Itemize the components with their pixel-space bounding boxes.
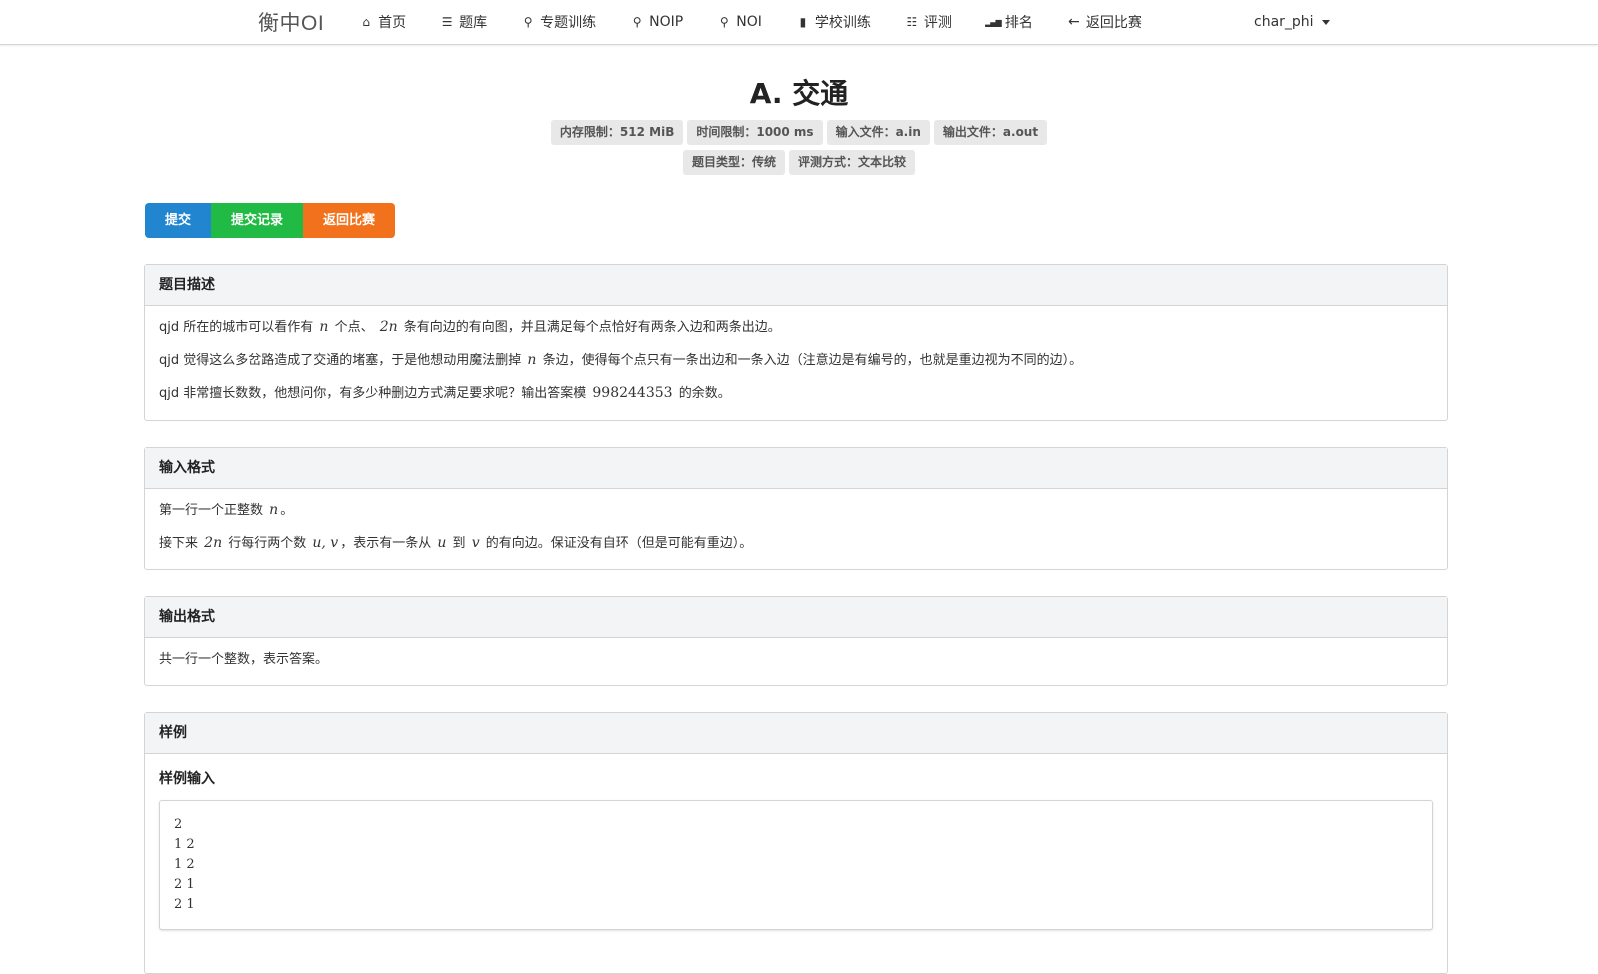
- bicycle-icon: ⚲: [719, 15, 729, 29]
- description-paragraph: qjd 非常擅长数数，他想问你，有多少种删边方式满足要求呢？输出答案模 9982…: [159, 385, 731, 401]
- nav-item-ranking[interactable]: ▂▄▆ 排名: [985, 12, 1033, 32]
- description-section: 题目描述 qjd 所在的城市可以看作有 n 个点、 2n 条有向边的有向图，并且…: [144, 264, 1448, 421]
- math-inline: u: [437, 535, 447, 551]
- nav-item-label: 专题训练: [540, 15, 597, 31]
- home-icon: ⌂: [362, 15, 370, 29]
- nav-item-label: NOI: [736, 14, 762, 30]
- submission-records-button[interactable]: 提交记录: [211, 203, 304, 238]
- nav-item-label: 评测: [923, 15, 952, 31]
- math-inline: n: [269, 502, 279, 518]
- building-icon: ▮: [799, 15, 807, 29]
- signal-icon: ▂▄▆: [985, 17, 1001, 27]
- nav-menu: 衡中OI ⌂ 首页 ☰ 题库 ⚲ 专题训练 ⚲ NOIP ⚲ NOI ▮ 学校训练 ☷ 评测 …: [258, 0, 1175, 44]
- output-file-label: 输出文件：a.out: [933, 120, 1048, 145]
- arrow-left-icon: ←: [1068, 14, 1080, 30]
- nav-item-label: 返回比赛: [1085, 15, 1142, 31]
- math-inline: 2n: [379, 319, 398, 335]
- nav-item-label: NOIP: [649, 14, 684, 30]
- nav-item-label: 排名: [1004, 15, 1033, 31]
- judge-method-label: 评测方式：文本比较: [789, 150, 916, 175]
- section-header: 输入格式: [145, 448, 1447, 489]
- nav-item-noi[interactable]: ⚲ NOI: [716, 14, 762, 30]
- username: char_phi: [1254, 14, 1314, 30]
- back-to-contest-button[interactable]: 返回比赛: [303, 203, 396, 238]
- nav-item-judge[interactable]: ☷ 评测: [904, 12, 952, 32]
- bicycle-icon: ⚲: [632, 15, 642, 29]
- input-paragraph: 接下来 2n 行每行两个数 u, v ，表示有一条从 u 到 v 的有向边。保证没…: [159, 535, 753, 551]
- submit-button[interactable]: 提交: [145, 203, 212, 238]
- description-paragraph: qjd 所在的城市可以看作有 n 个点、 2n 条有向边的有向图，并且满足每个点…: [159, 319, 781, 335]
- math-inline: n: [527, 352, 537, 368]
- section-header: 题目描述: [145, 265, 1447, 306]
- tasks-icon: ☷: [906, 15, 918, 29]
- nav-item-noip[interactable]: ⚲ NOIP: [629, 14, 683, 30]
- section-header: 样例: [145, 713, 1447, 754]
- problem-title: A. 交通: [749, 77, 849, 110]
- action-buttons: 提交 提交记录 返回比赛: [145, 203, 396, 238]
- sample-section: 样例 样例输入 2 1 2 1 2 2 1 2 1: [144, 712, 1448, 974]
- time-limit-label: 时间限制：1000 ms: [687, 120, 823, 145]
- input-file-label: 输入文件：a.in: [826, 120, 930, 145]
- math-inline: n: [319, 319, 329, 335]
- nav-item-label: 题库: [459, 15, 488, 31]
- math-inline: v: [471, 535, 480, 551]
- nav-item-label: 学校训练: [814, 15, 871, 31]
- sample-input-box[interactable]: 2 1 2 1 2 2 1 2 1: [159, 800, 1433, 930]
- user-dropdown[interactable]: char_phi: [1254, 0, 1330, 44]
- output-paragraph: 共一行一个整数，表示答案。: [159, 652, 329, 667]
- description-paragraph: qjd 觉得这么多岔路造成了交通的堵塞，于是他想动用魔法删掉 n 条边，使得每个…: [159, 352, 1083, 368]
- output-format-section: 输出格式 共一行一个整数，表示答案。: [144, 596, 1448, 686]
- site-logo[interactable]: 衡中OI: [258, 7, 324, 37]
- section-header: 输出格式: [145, 597, 1447, 638]
- input-format-section: 输入格式 第一行一个正整数 n。 接下来 2n 行每行两个数 u, v ，表示有一…: [144, 447, 1448, 570]
- math-inline: 2n: [204, 535, 223, 551]
- input-paragraph: 第一行一个正整数 n。: [159, 502, 294, 518]
- caret-down-icon: [1321, 19, 1330, 25]
- limits-labels: 内存限制：512 MiB 时间限制：1000 ms 输入文件：a.in 输出文件…: [0, 120, 1598, 145]
- sample-input-label: 样例输入: [159, 771, 215, 787]
- sample-input-text: 2 1 2 1 2 2 1 2 1: [174, 817, 195, 912]
- top-navbar: 衡中OI ⌂ 首页 ☰ 题库 ⚲ 专题训练 ⚲ NOIP ⚲ NOI ▮ 学校训练 ☷ 评测 …: [0, 0, 1598, 45]
- nav-item-back-to-contest[interactable]: ← 返回比赛: [1066, 12, 1142, 32]
- nav-item-school-training[interactable]: ▮ 学校训练: [795, 12, 871, 32]
- nav-item-label: 首页: [378, 15, 407, 31]
- memory-limit-label: 内存限制：512 MiB: [550, 120, 684, 145]
- type-labels: 题目类型：传统 评测方式：文本比较: [0, 150, 1598, 175]
- bicycle-icon: ⚲: [523, 15, 533, 29]
- list-icon: ☰: [441, 15, 453, 29]
- problem-type-label: 题目类型：传统: [682, 150, 785, 175]
- nav-item-problemset[interactable]: ☰ 题库: [439, 12, 487, 32]
- nav-item-topic-training[interactable]: ⚲ 专题训练: [520, 12, 596, 32]
- math-inline: u, v: [312, 535, 339, 551]
- nav-item-home[interactable]: ⌂ 首页: [358, 12, 406, 32]
- math-inline: 998244353: [592, 385, 673, 401]
